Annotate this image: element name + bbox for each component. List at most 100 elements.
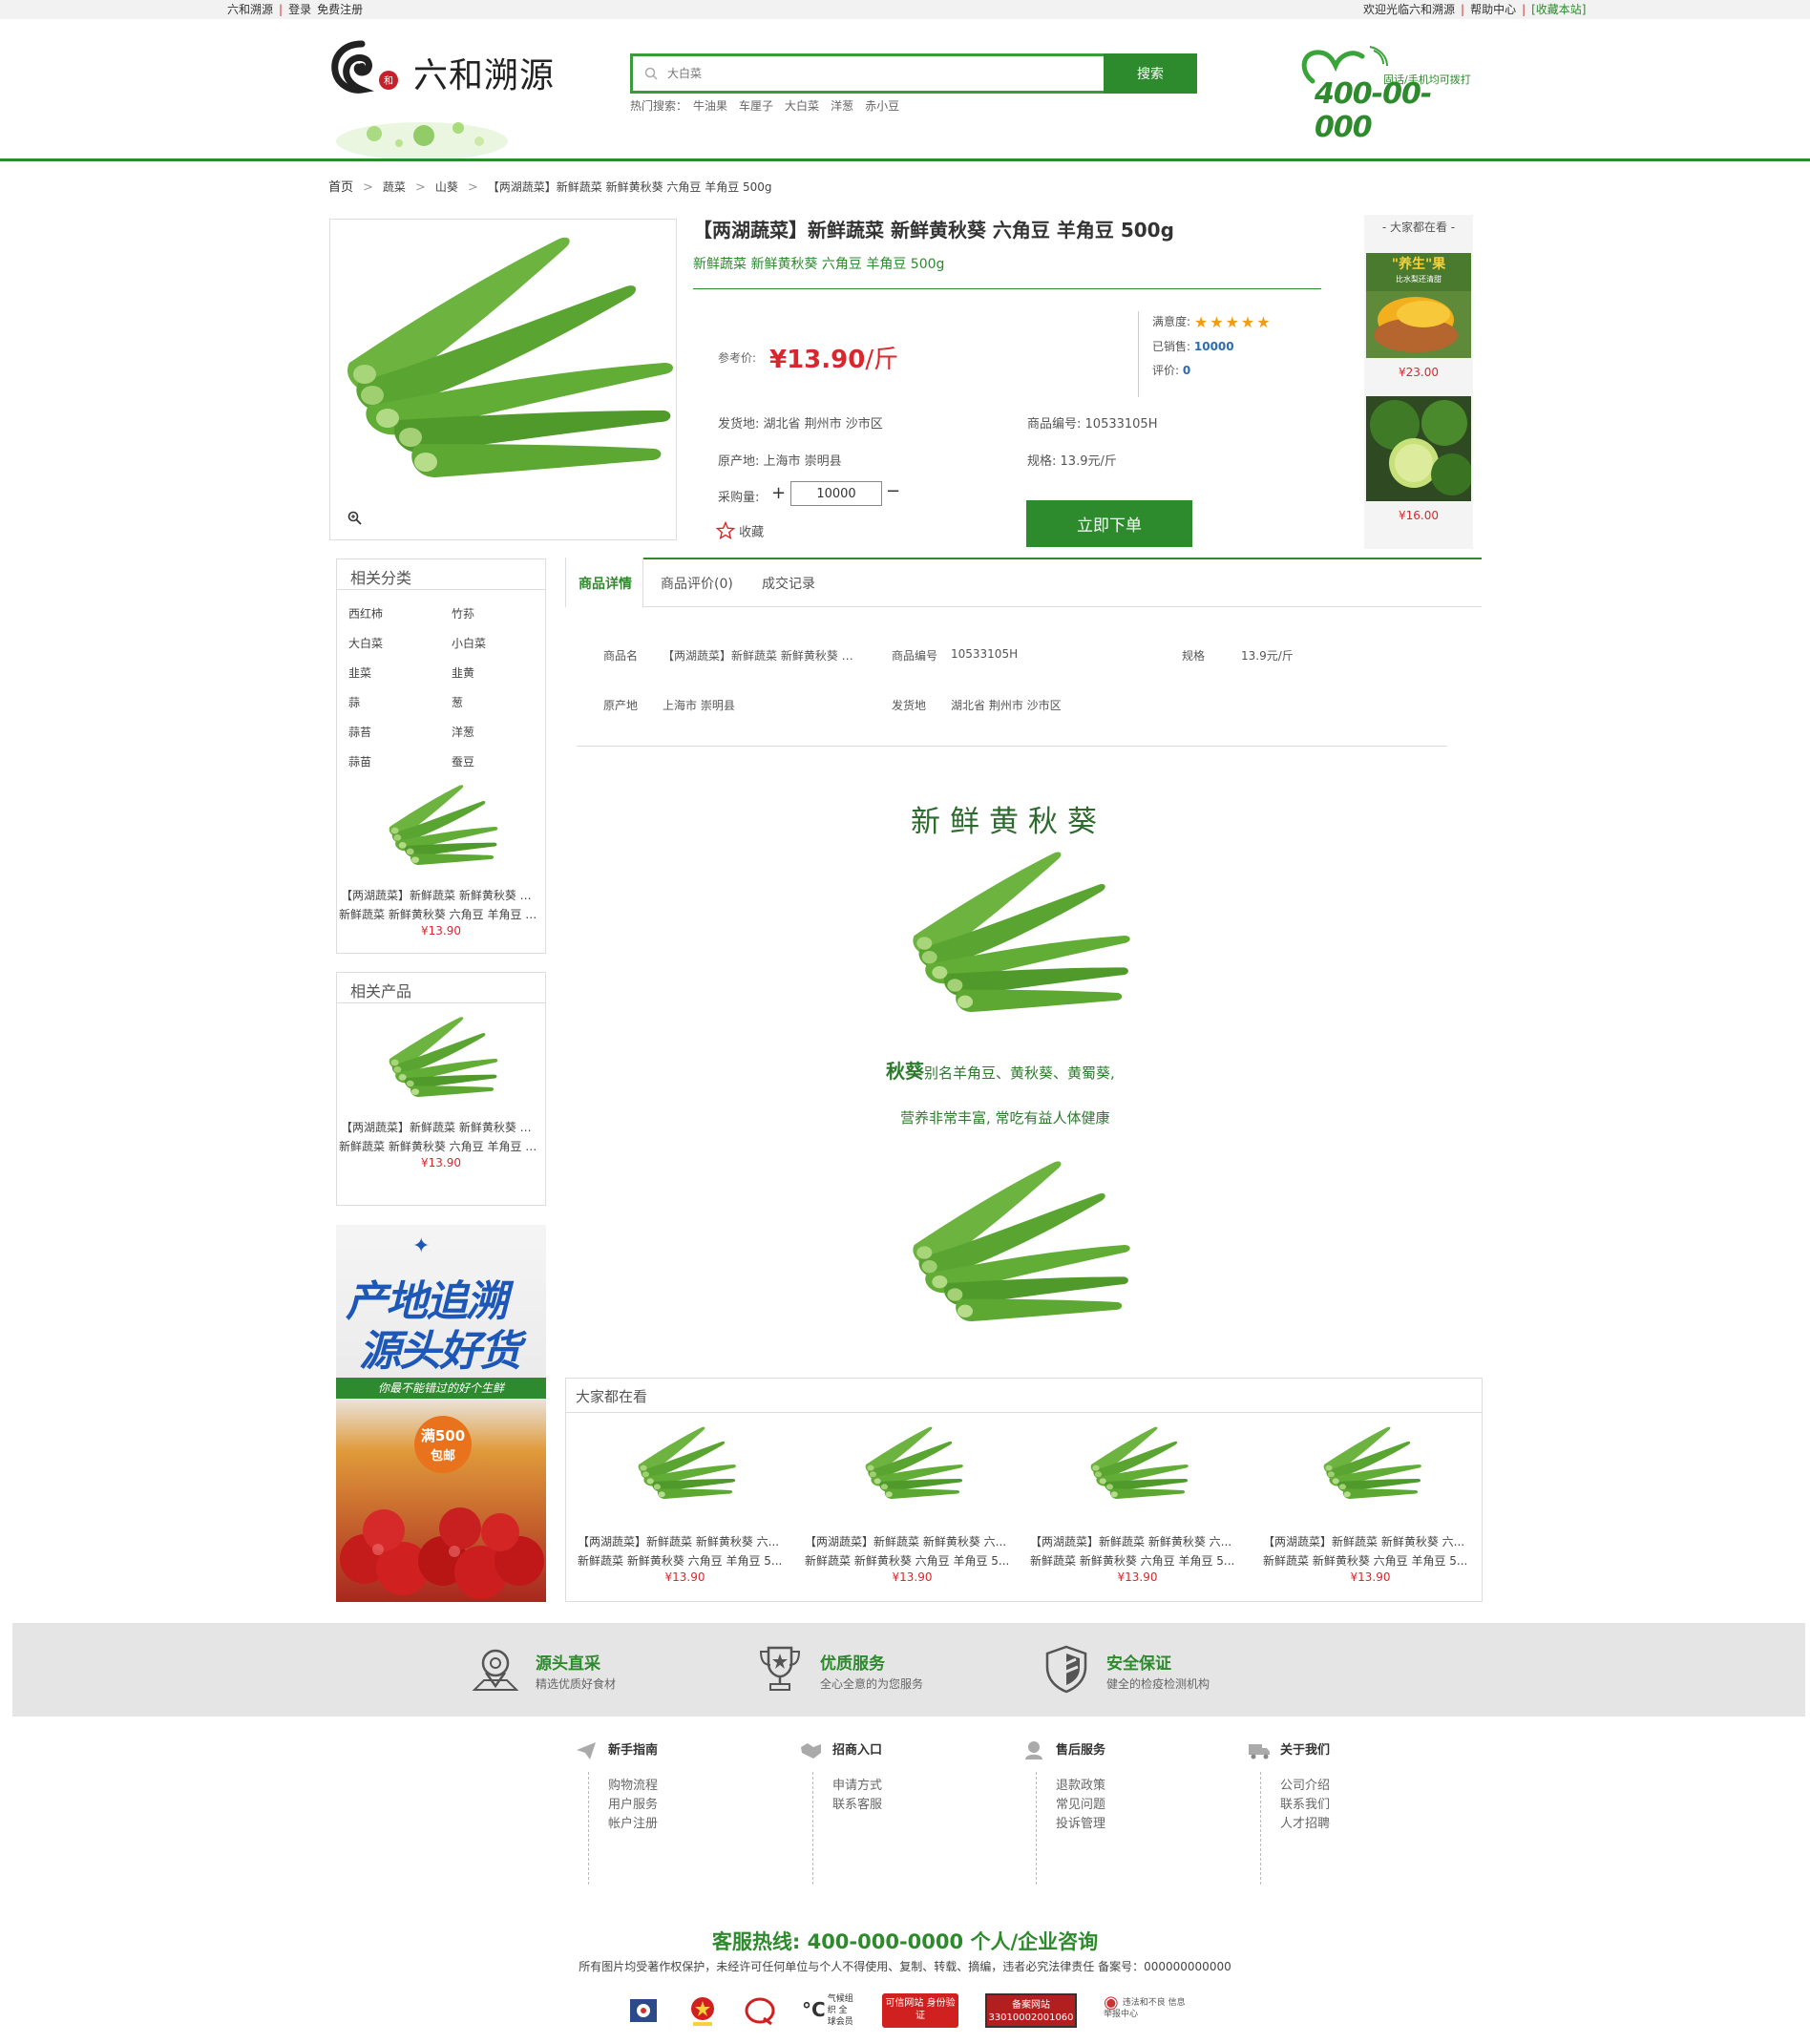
trophy-icon [759,1646,801,1691]
footer-link[interactable]: 投诉管理 [1056,1815,1105,1834]
filing-site-badge[interactable]: 备案网站 33010002001060 [985,1993,1077,2028]
everyone-viewing-sidebar: - 大家都在看 - "养生"果 比水梨还清甜 ¥23.00 ¥16.00 [1364,215,1473,549]
shield-icon [1045,1645,1087,1694]
related-products-panel: 相关产品 【两湖蔬菜】新鲜蔬菜 新鲜黄秋葵 六... 新鲜蔬菜 新鲜黄秋葵 六角… [336,972,546,1206]
product-subname: 新鲜蔬菜 新鲜黄秋葵 六角豆 羊角豆 5... [339,1140,544,1153]
favorite-label: 收藏 [739,525,765,540]
footer-link[interactable]: 联系客服 [832,1796,882,1815]
promo-banner[interactable]: 产地追溯 源头好货 你最不能错过的好个生鲜 ✦ 满500 包邮 [336,1225,546,1602]
spec-origin-value: 上海市 崇明县 [663,699,735,712]
tab-reviews[interactable]: 商品评价(0) [661,574,733,593]
breadcrumb-item[interactable]: 蔬菜 [383,180,406,194]
hot-search-term[interactable]: 车厘子 [739,99,773,113]
footer-link[interactable]: 退款政策 [1056,1777,1105,1796]
everyone-viewing-product[interactable]: 【两湖蔬菜】新鲜蔬菜 新鲜黄秋葵 六... 新鲜蔬菜 新鲜黄秋葵 六角豆 羊角豆… [578,1422,792,1584]
bookmark-link[interactable]: [收藏本站] [1531,3,1586,16]
product-price: ¥13.90 [1350,1570,1391,1584]
reviews-count: 0 [1182,364,1191,377]
government-emblem-icon[interactable] [685,1993,720,2028]
site-home-link[interactable]: 六和溯源 [227,3,273,16]
hot-search-term[interactable]: 大白菜 [785,99,819,113]
footer-link[interactable]: 申请方式 [832,1777,882,1796]
category-link[interactable]: 小白菜 [452,635,486,651]
footer-link[interactable]: 人才招聘 [1280,1815,1330,1834]
breadcrumb-home[interactable]: 首页 [328,180,353,195]
trusted-site-badge[interactable]: 可信网站 身份验证 [882,1993,958,2028]
logo-text[interactable]: 六和溯源 [413,48,555,97]
category-link[interactable]: 大白菜 [348,635,383,651]
detail-rest: 别名羊角豆、黄秋葵、黄蜀葵, [924,1064,1115,1082]
footer-column-about: 关于我们 公司介绍 联系我们 人才招聘 [1248,1739,1330,1885]
everyone-viewing-product[interactable]: 【两湖蔬菜】新鲜蔬菜 新鲜黄秋葵 六... 新鲜蔬菜 新鲜黄秋葵 六角豆 羊角豆… [805,1422,1020,1584]
footer-link[interactable]: 用户服务 [608,1796,658,1815]
favorite-button[interactable]: 收藏 [715,520,765,540]
logo-icon[interactable]: 和 [329,38,406,97]
qty-input[interactable] [790,481,882,506]
category-link[interactable]: 蚕豆 [452,753,474,769]
product-name: 【两湖蔬菜】新鲜蔬菜 新鲜黄秋葵 六... [341,1121,543,1134]
related-products-title: 相关产品 [337,973,545,1003]
order-now-button[interactable]: 立即下单 [1026,500,1192,547]
customer-service-icon [1025,1741,1042,1760]
login-link[interactable]: 登录 [288,3,311,16]
product-price: ¥13.90/斤 [769,340,898,375]
footer-link[interactable]: 常见问题 [1056,1796,1105,1815]
welcome-text: 欢迎光临六和溯源 [1363,3,1456,16]
hot-search-term[interactable]: 洋葱 [831,99,853,113]
category-link[interactable]: 蒜苔 [348,724,371,740]
features-bar: 源头直采 精选优质好食材 优质服务 全心全意的为您服务 安全保证 健全的检疫检测… [12,1623,1805,1717]
category-link[interactable]: 葱 [452,694,463,710]
category-link[interactable]: 西红柿 [348,605,383,622]
qty-decrease-button[interactable]: − [886,481,900,501]
cert-logo-icon[interactable] [743,1993,777,2028]
footer-link[interactable]: 帐户注册 [608,1815,658,1834]
category-link[interactable]: 竹荪 [452,605,474,622]
footer-link[interactable]: 公司介绍 [1280,1777,1330,1796]
category-link[interactable]: 蒜苗 [348,753,371,769]
category-product[interactable]: 【两湖蔬菜】新鲜蔬菜 新鲜黄秋葵 六... 新鲜蔬菜 新鲜黄秋葵 六角豆 羊角豆… [337,779,545,938]
category-link[interactable]: 洋葱 [452,724,474,740]
category-link[interactable]: 韭菜 [348,664,371,681]
hot-search-term[interactable]: 牛油果 [693,99,727,113]
sold-label: 已销售: [1152,340,1191,353]
climate-org-badge[interactable]: °C 气候组织 全球会员 [802,1993,855,2028]
police-badge-icon[interactable] [626,1993,661,2028]
sidebar-product[interactable]: ¥16.00 [1366,396,1473,522]
tab-product-details[interactable]: 商品详情 [579,574,632,593]
zoom-icon[interactable] [347,511,363,526]
category-link[interactable]: 韭黄 [452,664,474,681]
price-value: ¥13.90 [769,346,866,374]
related-product[interactable]: 【两湖蔬菜】新鲜蔬菜 新鲜黄秋葵 六... 新鲜蔬菜 新鲜黄秋葵 六角豆 羊角豆… [337,1011,545,1170]
feature-subtitle: 全心全意的为您服务 [820,1677,924,1691]
footer-link[interactable]: 联系我们 [1280,1796,1330,1815]
rating-row: 满意度: ★★★★★ [1152,313,1273,331]
code-label: 商品编号: [1027,417,1082,432]
everyone-viewing-product[interactable]: 【两湖蔬菜】新鲜蔬菜 新鲜黄秋葵 六... 新鲜蔬菜 新鲜黄秋葵 六角豆 羊角豆… [1030,1422,1245,1584]
footer-dash-line [1036,1772,1037,1885]
breadcrumb-item[interactable]: 山葵 [435,180,458,194]
price-unit: /斤 [865,346,899,374]
product-name: 【两湖蔬菜】新鲜蔬菜 新鲜黄秋葵 六... [578,1535,780,1549]
qty-increase-button[interactable]: + [771,483,786,503]
everyone-viewing-product[interactable]: 【两湖蔬菜】新鲜蔬菜 新鲜黄秋葵 六... 新鲜蔬菜 新鲜黄秋葵 六角豆 羊角豆… [1263,1422,1478,1584]
help-center-link[interactable]: 帮助中心 [1470,3,1516,16]
everyone-viewing-panel: 大家都在看 【两湖蔬菜】新鲜蔬菜 新鲜黄秋葵 六... 新鲜蔬菜 新鲜黄秋葵 六… [565,1378,1483,1602]
sidebar-product[interactable]: "养生"果 比水梨还清甜 ¥23.00 [1366,253,1471,379]
main-product-image[interactable] [329,219,677,540]
product-name: 【两湖蔬菜】新鲜蔬菜 新鲜黄秋葵 六... [805,1535,1007,1549]
product-subname: 新鲜蔬菜 新鲜黄秋葵 六角豆 羊角豆 5... [805,1554,1010,1568]
badge-line-2: 包邮 [430,1449,455,1464]
report-center-badge[interactable]: ◉ 违法和不良 信息举报中心 [1104,1993,1191,2028]
okra-thumbnail [1090,1426,1189,1499]
spec-spec-label: 规格 [1182,649,1206,663]
search-input[interactable] [633,56,1104,91]
footer-column-title: 招商入口 [832,1743,883,1758]
feature-subtitle: 健全的检疫检测机构 [1106,1677,1210,1691]
category-link[interactable]: 蒜 [348,694,360,710]
product-code-row: 商品编号: 10533105H [1027,413,1157,432]
register-link[interactable]: 免费注册 [317,3,363,16]
footer-link[interactable]: 购物流程 [608,1777,658,1796]
hot-search-term[interactable]: 赤小豆 [865,99,899,113]
tab-transactions[interactable]: 成交记录 [762,574,815,593]
search-button[interactable]: 搜索 [1104,53,1197,94]
